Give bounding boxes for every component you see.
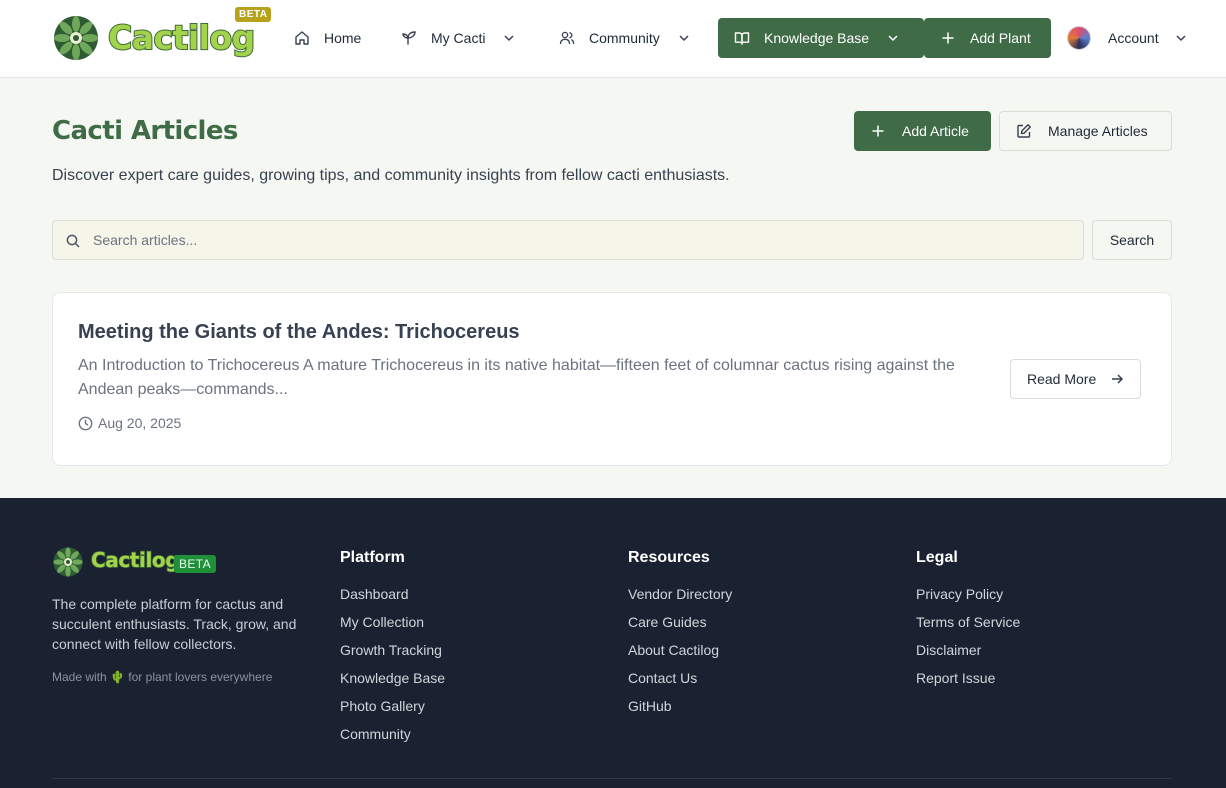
chevron-down-icon bbox=[504, 35, 514, 42]
footer-link-disclaimer[interactable]: Disclaimer bbox=[916, 641, 1020, 669]
footer-link-photo-gallery[interactable]: Photo Gallery bbox=[340, 697, 445, 725]
footer-wordmark: Cactilog bbox=[90, 547, 180, 573]
beta-badge: BETA bbox=[235, 7, 272, 22]
article-card: Meeting the Giants of the Andes: Trichoc… bbox=[52, 292, 1172, 466]
footer-link-vendor-directory[interactable]: Vendor Directory bbox=[628, 585, 732, 613]
add-plant-label: Add Plant bbox=[970, 30, 1031, 46]
footer-link-dashboard[interactable]: Dashboard bbox=[340, 585, 445, 613]
footer-link-terms[interactable]: Terms of Service bbox=[916, 613, 1020, 641]
nav-community-label: Community bbox=[589, 30, 660, 46]
article-excerpt: An Introduction to Trichocereus A mature… bbox=[78, 357, 955, 398]
page-title: Cacti Articles bbox=[52, 116, 238, 146]
manage-articles-button[interactable]: Manage Articles bbox=[999, 111, 1172, 151]
footer-col-legal: Legal Privacy Policy Terms of Service Di… bbox=[916, 549, 1020, 697]
nav-knowledge-base[interactable]: Knowledge Base bbox=[718, 18, 924, 58]
footer-beta-badge: BETA bbox=[174, 555, 217, 573]
book-open-icon bbox=[734, 32, 750, 45]
footer-link-care-guides[interactable]: Care Guides bbox=[628, 613, 732, 641]
site-logo[interactable]: Cactilog BETA bbox=[52, 7, 272, 64]
nav-community[interactable]: Community bbox=[559, 18, 690, 58]
read-more-button[interactable]: Read More bbox=[1010, 359, 1142, 399]
cactus-logo-icon bbox=[54, 16, 98, 60]
nav-my-cacti-label: My Cacti bbox=[431, 30, 486, 46]
footer-link-github[interactable]: GitHub bbox=[628, 697, 732, 725]
chevron-down-icon bbox=[1176, 35, 1186, 42]
footer-heading-resources: Resources bbox=[628, 549, 710, 566]
footer-link-report-issue[interactable]: Report Issue bbox=[916, 669, 1020, 697]
footer-col-resources: Resources Vendor Directory Care Guides A… bbox=[628, 549, 732, 725]
avatar bbox=[1067, 26, 1091, 50]
manage-articles-label: Manage Articles bbox=[1048, 123, 1148, 139]
footer-made-with: Made with 🌵 for plant lovers everywhere bbox=[52, 670, 273, 684]
clock-icon bbox=[78, 416, 93, 430]
search-input[interactable] bbox=[93, 221, 1073, 259]
logo-wordmark: Cactilog bbox=[107, 17, 256, 58]
footer-link-growth-tracking[interactable]: Growth Tracking bbox=[340, 641, 445, 669]
plus-icon bbox=[942, 32, 954, 44]
arrow-right-icon bbox=[1112, 374, 1124, 384]
footer-link-privacy[interactable]: Privacy Policy bbox=[916, 585, 1020, 613]
footer-link-knowledge-base[interactable]: Knowledge Base bbox=[340, 669, 445, 697]
search-button[interactable]: Search bbox=[1092, 220, 1172, 260]
footer-heading-legal: Legal bbox=[916, 549, 958, 566]
chevron-down-icon bbox=[679, 35, 689, 42]
account-label: Account bbox=[1108, 30, 1159, 46]
footer-link-community[interactable]: Community bbox=[340, 725, 445, 753]
nav-my-cacti[interactable]: My Cacti bbox=[401, 18, 515, 58]
footer-col-platform: Platform Dashboard My Collection Growth … bbox=[340, 549, 445, 753]
nav-home-label: Home bbox=[324, 30, 362, 46]
chevron-down-icon bbox=[888, 35, 898, 42]
add-article-button[interactable]: Add Article bbox=[854, 111, 991, 151]
search-button-label: Search bbox=[1109, 232, 1155, 248]
article-date: Aug 20, 2025 bbox=[78, 415, 181, 431]
footer-heading-platform: Platform bbox=[340, 549, 405, 566]
sprout-icon bbox=[402, 31, 416, 45]
search-icon bbox=[66, 234, 80, 248]
nav-knowledge-base-label: Knowledge Base bbox=[764, 30, 870, 46]
plus-icon bbox=[872, 125, 884, 137]
article-date-text: Aug 20, 2025 bbox=[98, 415, 182, 431]
home-icon bbox=[295, 31, 309, 45]
nav-home[interactable]: Home bbox=[294, 18, 361, 58]
footer-description: The complete platform for cactus and suc… bbox=[52, 596, 297, 652]
read-more-label: Read More bbox=[1027, 371, 1097, 387]
top-header: Cactilog BETA Home My Cacti Community Kn… bbox=[0, 0, 1226, 78]
users-icon bbox=[559, 31, 575, 45]
search-bar bbox=[52, 220, 1084, 260]
footer-logo[interactable]: Cactilog BETA bbox=[52, 546, 232, 578]
cactus-logo-icon bbox=[53, 547, 83, 577]
account-menu[interactable]: Account bbox=[1067, 18, 1187, 58]
add-plant-button[interactable]: Add Plant bbox=[924, 18, 1051, 58]
footer-link-contact[interactable]: Contact Us bbox=[628, 669, 732, 697]
edit-icon bbox=[1017, 124, 1031, 138]
page-subtitle: Discover expert care guides, growing tip… bbox=[52, 167, 730, 184]
footer-link-about[interactable]: About Cactilog bbox=[628, 641, 732, 669]
footer-divider bbox=[52, 778, 1172, 779]
site-footer: Cactilog BETA The complete platform for … bbox=[0, 498, 1226, 788]
footer-link-my-collection[interactable]: My Collection bbox=[340, 613, 445, 641]
article-title[interactable]: Meeting the Giants of the Andes: Trichoc… bbox=[78, 321, 520, 344]
add-article-label: Add Article bbox=[902, 123, 969, 139]
